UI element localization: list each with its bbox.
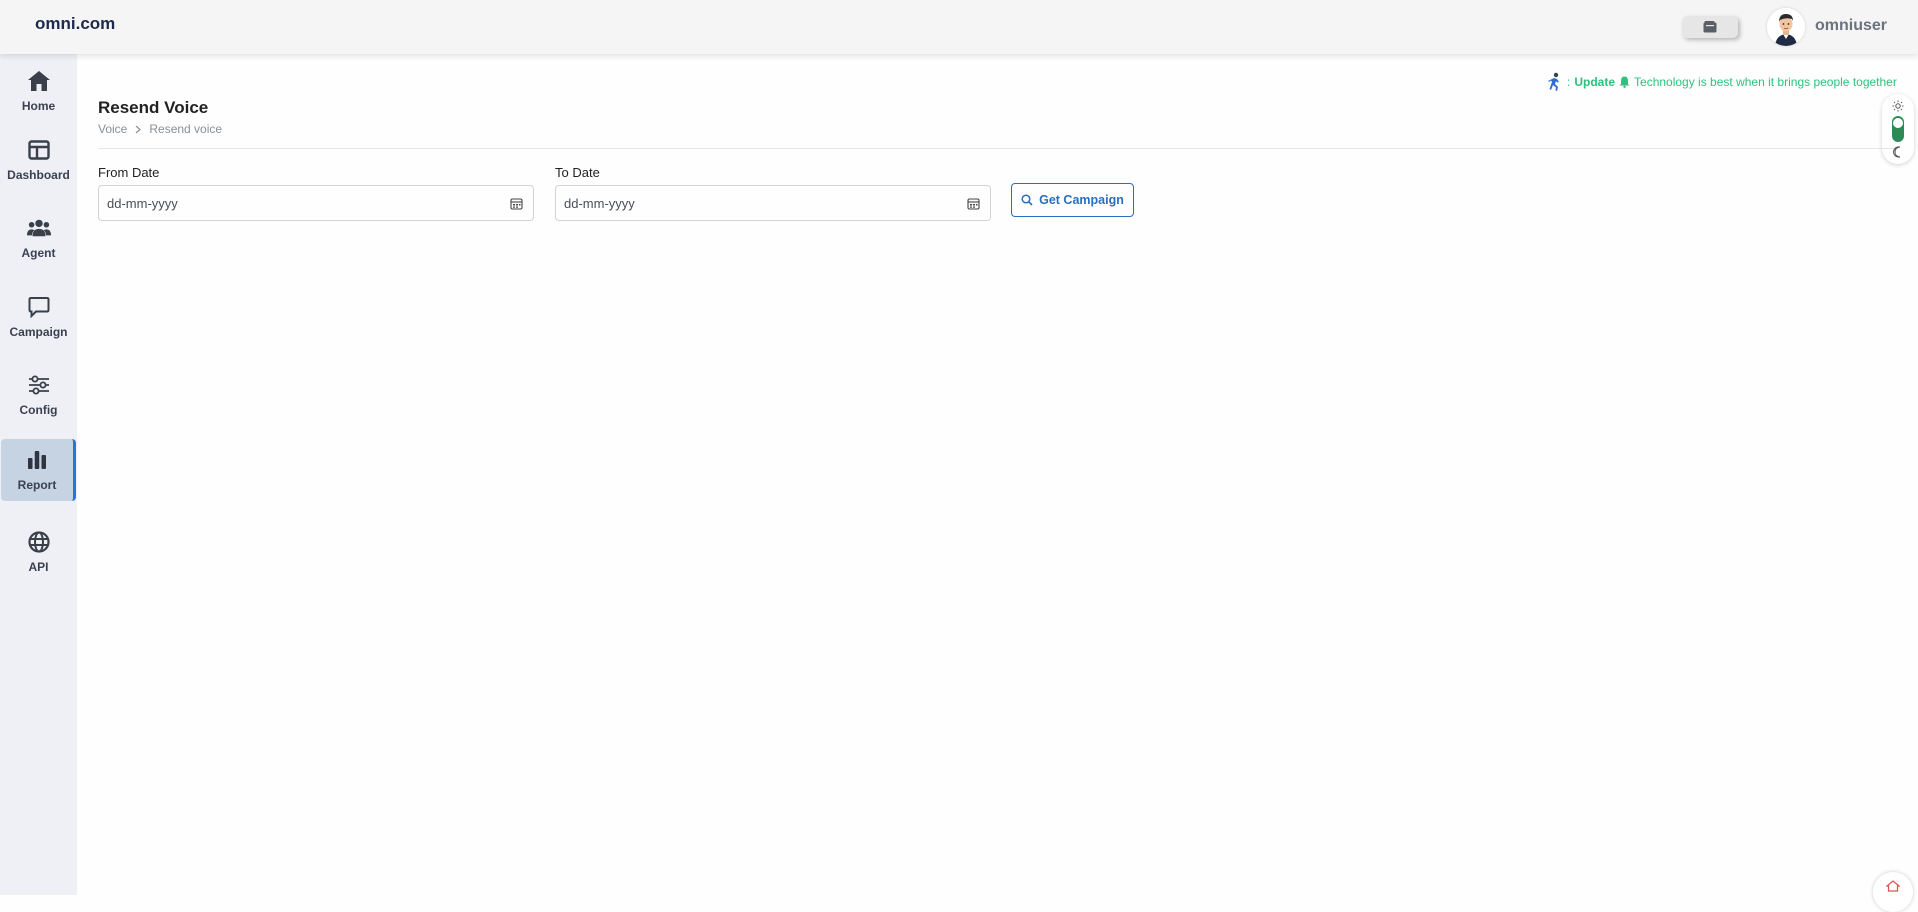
sidebar-item-api[interactable]: API <box>1 521 76 582</box>
sidebar-item-label: API <box>28 559 49 574</box>
users-icon <box>26 216 51 240</box>
update-ticker: : Update Technology is best when it brin… <box>1545 72 1897 92</box>
sidebar-item-label: Agent <box>21 245 56 260</box>
from-date-field[interactable] <box>98 185 534 221</box>
from-date-label: From Date <box>98 165 160 180</box>
theme-switch[interactable] <box>1892 116 1904 142</box>
sidebar-item-home[interactable]: Home <box>1 60 76 121</box>
help-bubble[interactable] <box>1873 872 1913 912</box>
chat-icon <box>27 295 51 319</box>
theme-switch-knob <box>1893 118 1903 128</box>
search-icon <box>1021 194 1033 206</box>
sidebar-item-config[interactable]: Config <box>1 364 76 425</box>
get-campaign-button[interactable]: Get Campaign <box>1011 183 1134 217</box>
to-date-field[interactable] <box>555 185 991 221</box>
sun-icon <box>1892 100 1904 112</box>
wallet-button[interactable] <box>1682 16 1738 38</box>
running-person-icon <box>1548 72 1559 91</box>
update-message: Technology is best when it brings people… <box>1634 75 1897 89</box>
from-date-input[interactable] <box>99 186 533 220</box>
breadcrumb-voice[interactable]: Voice <box>98 122 127 136</box>
header-divider <box>98 148 1894 149</box>
sliders-icon <box>27 373 51 397</box>
brand-logo[interactable]: omni.com <box>35 14 115 34</box>
sidebar-item-label: Config <box>19 402 58 417</box>
calendar-icon[interactable] <box>967 197 980 210</box>
to-date-label: To Date <box>555 165 600 180</box>
bar-chart-icon <box>25 448 49 472</box>
page-title: Resend Voice <box>98 98 209 117</box>
sidebar-item-label: Dashboard <box>7 167 70 182</box>
update-label: Update <box>1574 75 1616 89</box>
globe-icon <box>27 530 51 554</box>
user-avatar-icon <box>1767 8 1805 46</box>
sidebar-item-report[interactable]: Report <box>1 439 76 501</box>
home-icon <box>27 69 51 93</box>
to-date-input[interactable] <box>556 186 990 220</box>
theme-toggle[interactable] <box>1882 94 1914 164</box>
breadcrumb: Voice Resend voice <box>98 122 222 136</box>
wallet-icon <box>1703 21 1717 33</box>
sidebar-item-campaign[interactable]: Campaign <box>1 286 76 347</box>
bell-icon <box>1619 76 1630 88</box>
sidebar-item-agent[interactable]: Agent <box>1 207 76 268</box>
user-avatar[interactable] <box>1767 8 1805 46</box>
update-prefix: : <box>1567 75 1571 89</box>
sidebar-item-dashboard[interactable]: Dashboard <box>1 129 76 190</box>
sidebar-item-label: Report <box>17 478 57 492</box>
breadcrumb-resend-voice: Resend voice <box>149 122 223 136</box>
sidebar-nav: Home Dashboard Agent Campaign Config Rep… <box>0 54 77 895</box>
sidebar-item-label: Home <box>21 98 56 113</box>
home-badge-icon <box>1886 880 1900 892</box>
top-header: omni.com omniuser <box>0 0 1918 54</box>
calendar-icon[interactable] <box>510 197 523 210</box>
dashboard-icon <box>27 138 51 162</box>
get-campaign-label: Get Campaign <box>1039 193 1124 207</box>
chevron-right-icon <box>135 125 142 133</box>
sidebar-item-label: Campaign <box>9 324 68 339</box>
username-label[interactable]: omniuser <box>1815 17 1887 35</box>
